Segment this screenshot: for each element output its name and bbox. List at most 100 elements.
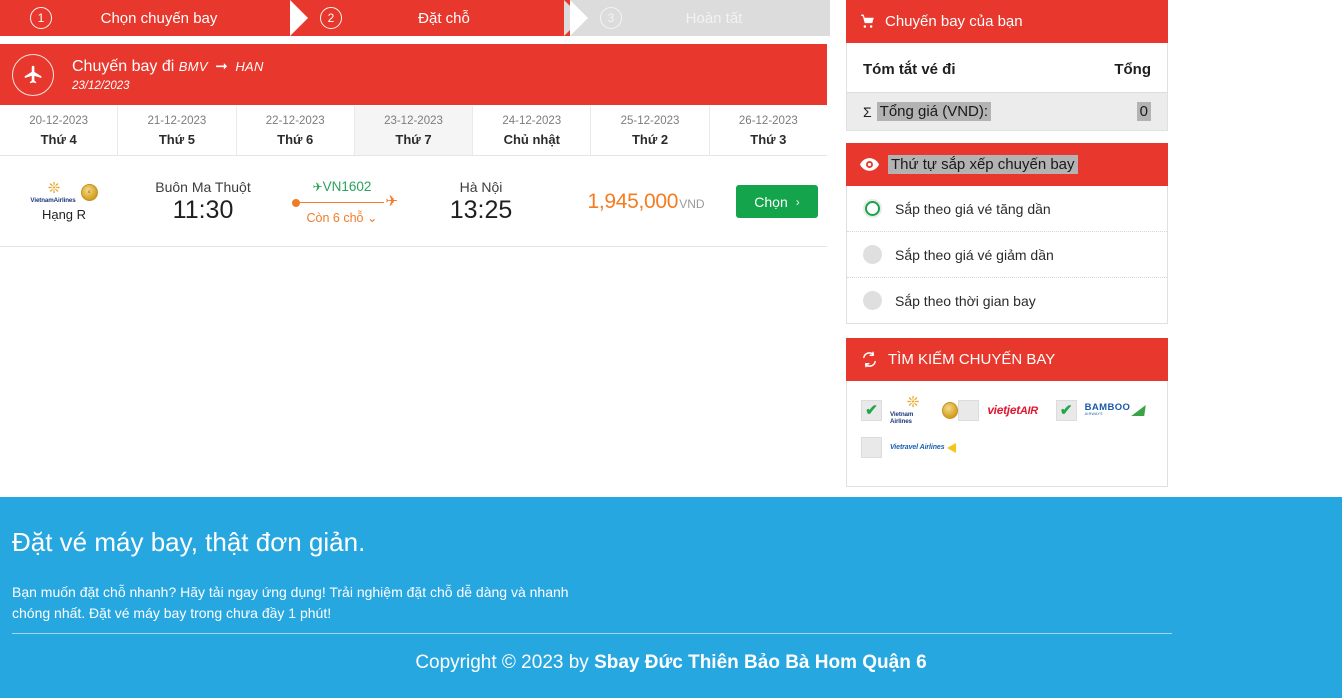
seats-remaining[interactable]: Còn 6 chỗ ⌄ — [307, 210, 378, 225]
summary-label: Tóm tắt vé đi — [863, 61, 956, 78]
date-label: 21-12-2023 — [148, 115, 207, 127]
step-3-label: Hoàn tất — [622, 10, 830, 27]
footer-content: Đặt vé máy bay, thật đơn giản. Bạn muốn … — [0, 497, 1342, 624]
vietjet-logo-air: AIR — [1020, 405, 1038, 417]
date-cell-5[interactable]: 25-12-2023 Thứ 2 — [591, 106, 709, 155]
choose-button-label: Chọn — [754, 194, 787, 210]
vietravel-airlines-logo: Vietravel Airlines — [890, 443, 956, 453]
price-column: 1,945,000 VND — [556, 190, 736, 214]
radio-selected-icon[interactable] — [863, 199, 882, 218]
sort-card-header: Thứ tự sắp xếp chuyến bay — [846, 143, 1168, 186]
date-cell-3-selected[interactable]: 23-12-2023 Thứ 7 — [355, 106, 473, 155]
departure-city: Buôn Ma Thuột — [155, 179, 250, 195]
checkbox-checked-icon[interactable]: ✔ — [1056, 400, 1077, 421]
footer-copyright: Copyright © 2023 by Sbay Đức Thiên Bảo B… — [0, 652, 1342, 674]
airline-filter-body: ✔ ❊ Vietnam Airlines ✔ vietjetAIR — [846, 381, 1168, 487]
page-footer: Đặt vé máy bay, thật đơn giản. Bạn muốn … — [0, 497, 1342, 698]
sort-options-list: Sắp theo giá vé tăng dần Sắp theo giá vé… — [846, 186, 1168, 324]
step-booking[interactable]: 2 Đặt chỗ — [290, 0, 570, 36]
flight-price: 1,945,000 — [587, 190, 678, 214]
medal-label: 0 — [88, 190, 90, 194]
airline-filter-header: TÌM KIẾM CHUYẾN BAY — [846, 338, 1168, 381]
banner-date: 23/12/2023 — [72, 80, 264, 92]
arrival-time: 13:25 — [450, 196, 513, 225]
sort-option-price-asc[interactable]: Sắp theo giá vé tăng dần — [847, 186, 1167, 232]
seats-remaining-label: Còn 6 chỗ — [307, 211, 364, 225]
total-price-left: Σ Tổng giá (VND): — [863, 102, 991, 121]
bamboo-airways-logo: BAMBOO AIRWAYS — [1085, 403, 1146, 416]
airline-filter-bamboo-airways[interactable]: ✔ BAMBOO AIRWAYS — [1056, 395, 1153, 425]
step-complete[interactable]: 3 Hoàn tất — [570, 0, 830, 36]
banner-route: Chuyến bay đi BMV ➞ HAN — [72, 57, 264, 76]
sort-card-title: Thứ tự sắp xếp chuyến bay — [888, 155, 1078, 174]
step-1-label: Chọn chuyến bay — [52, 10, 290, 27]
airline-column: ❊ VietnamAirlines 0 Hạng R — [0, 181, 128, 222]
airline-logo-group: ❊ VietnamAirlines 0 — [30, 181, 97, 204]
vietjet-logo-text: vietjet — [987, 403, 1020, 417]
radio-unselected-icon[interactable] — [863, 291, 882, 310]
step-1-chevron-icon — [290, 0, 308, 36]
step-2-label: Đặt chỗ — [342, 10, 570, 27]
date-cell-0[interactable]: 20-12-2023 Thứ 4 — [0, 106, 118, 155]
arrival-city: Hà Nội — [460, 179, 503, 195]
route-bar — [296, 202, 384, 204]
refresh-icon — [860, 351, 879, 368]
flight-number: ✈VN1602 — [313, 179, 372, 194]
date-label: 23-12-2023 — [384, 115, 443, 127]
chevron-right-icon: › — [796, 195, 800, 209]
date-label: 25-12-2023 — [621, 115, 680, 127]
airline-filter-title: TÌM KIẾM CHUYẾN BAY — [888, 351, 1055, 368]
date-label: 22-12-2023 — [266, 115, 325, 127]
cart-card: Chuyến bay của bạn Tóm tắt vé đi Tổng Σ … — [846, 0, 1168, 131]
select-column: Chọn › — [736, 185, 826, 218]
departure-time: 11:30 — [173, 196, 234, 225]
route-line-graphic: ✈ — [292, 197, 392, 209]
sort-option-label: Sắp theo giá vé giảm dần — [895, 247, 1054, 263]
checkbox-checked-icon[interactable]: ✔ — [861, 400, 882, 421]
date-cell-6[interactable]: 26-12-2023 Thứ 3 — [710, 106, 827, 155]
choose-flight-button[interactable]: Chọn › — [736, 185, 818, 218]
vietravel-triangle-icon — [947, 443, 956, 453]
airline-filter-vietnam-airlines[interactable]: ✔ ❊ Vietnam Airlines — [861, 395, 958, 425]
date-cell-2[interactable]: 22-12-2023 Thứ 6 — [237, 106, 355, 155]
cart-icon — [860, 14, 876, 29]
airline-filter-vietravel-airlines[interactable]: ✔ Vietravel Airlines — [861, 437, 958, 458]
eye-icon — [860, 158, 879, 171]
copyright-brand: Sbay Đức Thiên Bảo Bà Hom Quận 6 — [594, 652, 927, 673]
date-label: 20-12-2023 — [29, 115, 88, 127]
step-2-chevron-icon — [570, 0, 588, 36]
weekday-label: Thứ 3 — [750, 132, 786, 147]
sort-option-price-desc[interactable]: Sắp theo giá vé giảm dần — [847, 232, 1167, 278]
step-3-number: 3 — [600, 7, 622, 29]
date-cell-4[interactable]: 24-12-2023 Chủ nhật — [473, 106, 591, 155]
arrow-right-icon: ➞ — [212, 58, 231, 75]
checkbox-unchecked-icon[interactable]: ✔ — [958, 400, 979, 421]
cart-card-title: Chuyến bay của bạn — [885, 13, 1023, 30]
banner-to-code: HAN — [235, 59, 263, 74]
checkbox-unchecked-icon[interactable]: ✔ — [861, 437, 882, 458]
total-price-label: Tổng giá (VND): — [877, 102, 991, 121]
sort-option-duration[interactable]: Sắp theo thời gian bay — [847, 278, 1167, 323]
cart-card-body: Tóm tắt vé đi Tổng Σ Tổng giá (VND): 0 — [846, 43, 1168, 131]
step-choose-flight[interactable]: 1 Chọn chuyến bay — [0, 0, 290, 36]
airline-filter-vietjet-air[interactable]: ✔ vietjetAIR — [958, 395, 1055, 425]
route-column: ✈VN1602 ✈ Còn 6 chỗ ⌄ — [278, 179, 406, 225]
gold-medal-icon: 0 — [81, 184, 98, 201]
sort-card: Thứ tự sắp xếp chuyến bay Sắp theo giá v… — [846, 143, 1168, 324]
gold-medal-icon — [942, 402, 958, 419]
airline-filter-card: TÌM KIẾM CHUYẾN BAY ✔ ❊ Vietnam Airlines… — [846, 338, 1168, 487]
footer-description: Bạn muốn đặt chỗ nhanh? Hãy tải ngay ứng… — [12, 582, 572, 624]
footer-divider — [12, 633, 1172, 634]
flight-result-row[interactable]: ❊ VietnamAirlines 0 Hạng R Buôn Ma Thuột… — [0, 157, 827, 247]
sort-option-label: Sắp theo thời gian bay — [895, 293, 1036, 309]
summary-header-row: Tóm tắt vé đi Tổng — [847, 43, 1167, 92]
radio-unselected-icon[interactable] — [863, 245, 882, 264]
date-cell-1[interactable]: 21-12-2023 Thứ 5 — [118, 106, 236, 155]
copyright-prefix: Copyright © 2023 by — [415, 652, 594, 673]
banner-from-code: BMV — [179, 59, 208, 74]
step-2-number: 2 — [320, 7, 342, 29]
airline-name-label: VietnamAirlines — [30, 197, 75, 204]
vietravel-logo-text: Vietravel Airlines — [890, 444, 945, 451]
weekday-label: Thứ 6 — [277, 132, 313, 147]
sigma-icon: Σ — [863, 104, 872, 120]
